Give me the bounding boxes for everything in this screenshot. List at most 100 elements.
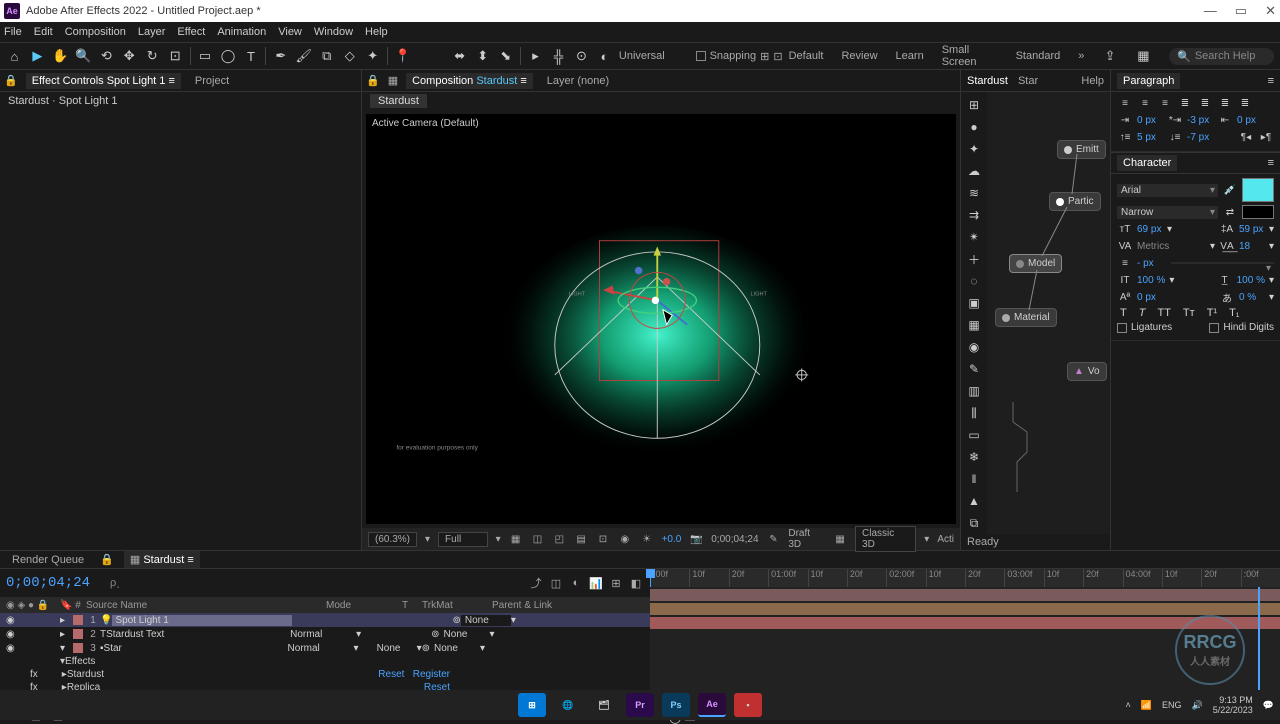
subscript-button[interactable]: T₁ [1226, 307, 1242, 319]
chevron-down-icon[interactable]: ▾ [1210, 241, 1215, 252]
puppet-tool[interactable]: 📍 [394, 47, 411, 65]
search-field[interactable]: 🔍 Search Help [1169, 48, 1274, 65]
photoshop-icon[interactable]: Ps [662, 693, 690, 717]
notifications-icon[interactable]: 💬 [1263, 700, 1274, 711]
fill-color-swatch[interactable] [1242, 178, 1274, 202]
zoom-tool[interactable]: 🔍 [75, 47, 92, 65]
menu-layer[interactable]: Layer [138, 26, 166, 38]
text-tool[interactable]: T [242, 47, 259, 65]
close-button[interactable]: ✕ [1265, 3, 1276, 19]
node-sparkle-icon[interactable]: ✦ [964, 140, 984, 158]
node-sphere-icon[interactable]: ◉ [964, 338, 984, 356]
ellipse-tool[interactable]: ◯ [220, 47, 237, 65]
volume-icon[interactable]: 🔊 [1192, 700, 1203, 711]
layer-row-2[interactable]: ◉ ▸ 2 T Stardust Text Normal▾ ⊚ None▾ [0, 627, 650, 641]
zoom-dropdown[interactable]: (60.3%) [368, 532, 417, 547]
menu-edit[interactable]: Edit [34, 26, 53, 38]
brush-tool[interactable]: 🖌 [295, 47, 312, 65]
aftereffects-icon[interactable]: Ae [698, 693, 726, 717]
node-pencil-icon[interactable]: ✎ [964, 360, 984, 378]
explorer-icon[interactable]: 🗂 [590, 693, 618, 717]
draft3d-label[interactable]: Draft 3D [788, 528, 825, 550]
ws-review[interactable]: Review [841, 50, 877, 62]
smallcaps-button[interactable]: Tᴛ [1180, 307, 1198, 319]
exposure-icon[interactable]: ☀ [640, 532, 654, 546]
mask-icon[interactable]: ◫ [531, 532, 545, 546]
active-cam-drop[interactable]: Acti [937, 534, 954, 545]
menu-help[interactable]: Help [365, 26, 388, 38]
parent-col[interactable]: Parent & Link [492, 600, 644, 611]
rotate-tool[interactable]: ↻ [144, 47, 161, 65]
eyedropper-icon[interactable]: 💉 [1222, 183, 1238, 197]
layer-row-1[interactable]: ◉ ▸ 1 💡 Spot Light 1 ⊚ None▾ [0, 613, 650, 627]
home-icon[interactable]: ⌂ [6, 47, 23, 65]
panel-menu-icon[interactable]: ≡ [1268, 75, 1274, 87]
timeline-timecode[interactable]: 0;00;04;24 [6, 575, 90, 591]
start-button[interactable]: ⊞ [518, 693, 546, 717]
anchor-tool[interactable]: ⊡ [167, 47, 184, 65]
menu-animation[interactable]: Animation [217, 26, 266, 38]
node-plus-icon[interactable]: ＋ [964, 250, 984, 268]
trkmat-col[interactable]: TrkMat [422, 600, 492, 611]
chevron-down-icon[interactable]: ▾ [1167, 224, 1172, 235]
menu-window[interactable]: Window [314, 26, 353, 38]
justify-last-center-icon[interactable]: ≣ [1197, 96, 1213, 110]
grid-icon[interactable]: ╬ [550, 47, 567, 65]
share-icon[interactable]: ⇪ [1102, 47, 1117, 65]
bold-button[interactable]: T [1117, 307, 1130, 319]
layout-icon[interactable]: ▦ [1136, 47, 1151, 65]
ws-standard[interactable]: Standard [1016, 50, 1061, 62]
snapping-toggle[interactable]: Snapping ⊞ ⊡ [696, 50, 783, 63]
3d-icon[interactable]: ▦ [833, 532, 847, 546]
eraser-tool[interactable]: ◇ [341, 47, 358, 65]
node-cube-icon[interactable]: ▣ [964, 294, 984, 312]
axis-world-icon[interactable]: ⬍ [474, 47, 491, 65]
snap-option2-icon[interactable]: ⊡ [773, 50, 782, 63]
ws-learn[interactable]: Learn [896, 50, 924, 62]
composition-tab[interactable]: Composition Stardust ≡ [406, 73, 533, 89]
stardust-timeline-tab[interactable]: ▦ Stardust ≡ [124, 551, 200, 568]
chevron-down-icon[interactable]: ▾ [1269, 241, 1274, 252]
node-star-icon[interactable]: ✴ [964, 228, 984, 246]
style-dropdown[interactable]: Narrow [1117, 206, 1218, 219]
snapshot-icon[interactable]: 📷 [689, 532, 703, 546]
orbit2-icon[interactable]: ◐ [596, 47, 613, 65]
chevron-down-icon[interactable]: ▾ [1269, 275, 1274, 286]
draft3d-icon[interactable]: ✎ [767, 532, 781, 546]
node-flow-icon[interactable]: ⇉ [964, 206, 984, 224]
node-vbar-icon[interactable]: ‖ [964, 470, 984, 488]
layer-row-3[interactable]: ◉ ▾ 3 ▪ Star Normal▾ None▾ ⊚ None▾ [0, 641, 650, 655]
collapse-icon[interactable]: ⊞ [608, 575, 624, 591]
playhead-time[interactable]: 0;00;04;24 [711, 534, 758, 545]
motion-icon[interactable]: ⊙ [573, 47, 590, 65]
premiere-icon[interactable]: Pr [626, 693, 654, 717]
chevron-down-icon[interactable]: ▾ [1169, 275, 1174, 286]
mode-col[interactable]: Mode [326, 600, 402, 611]
pickwhip-icon[interactable]: ⊚ [422, 643, 430, 654]
panel-menu2-icon[interactable]: ≡ [1268, 157, 1274, 169]
motion-blur-icon[interactable]: ◐ [568, 575, 584, 591]
node-canvas[interactable]: Emitt Partic Model Material ▲Vo [987, 92, 1110, 534]
stroke-style-dropdown[interactable] [1171, 262, 1274, 264]
node-blob-icon[interactable]: ☁ [964, 162, 984, 180]
node-link-icon[interactable]: ⧉ [964, 514, 984, 532]
lock3-icon[interactable]: 🔒 [100, 553, 114, 566]
project-tab[interactable]: Project [189, 73, 235, 89]
guides-icon[interactable]: ⊡ [596, 532, 610, 546]
viewport[interactable]: Active Camera (Default) [366, 114, 956, 524]
node-ring-icon[interactable]: ◌ [964, 272, 984, 290]
ws-small[interactable]: Small Screen [942, 44, 998, 68]
node-up-icon[interactable]: ▲ [964, 492, 984, 510]
layer-color-swatch[interactable] [73, 629, 83, 639]
minimize-button[interactable]: — [1204, 3, 1217, 19]
comp-breadcrumb[interactable]: Stardust [370, 94, 427, 108]
stroke-color-swatch[interactable] [1242, 205, 1274, 219]
chevron-down-icon[interactable]: ▾ [1269, 224, 1274, 235]
orbit-tool[interactable]: ⟲ [98, 47, 115, 65]
ws-default[interactable]: Default [789, 50, 824, 62]
play-icon[interactable]: ▸ [527, 47, 544, 65]
justify-last-left-icon[interactable]: ≣ [1177, 96, 1193, 110]
node-waves-icon[interactable]: ≋ [964, 184, 984, 202]
node-grid2-icon[interactable]: ▦ [964, 316, 984, 334]
zoom-chevron-icon[interactable]: ▾ [425, 534, 430, 545]
